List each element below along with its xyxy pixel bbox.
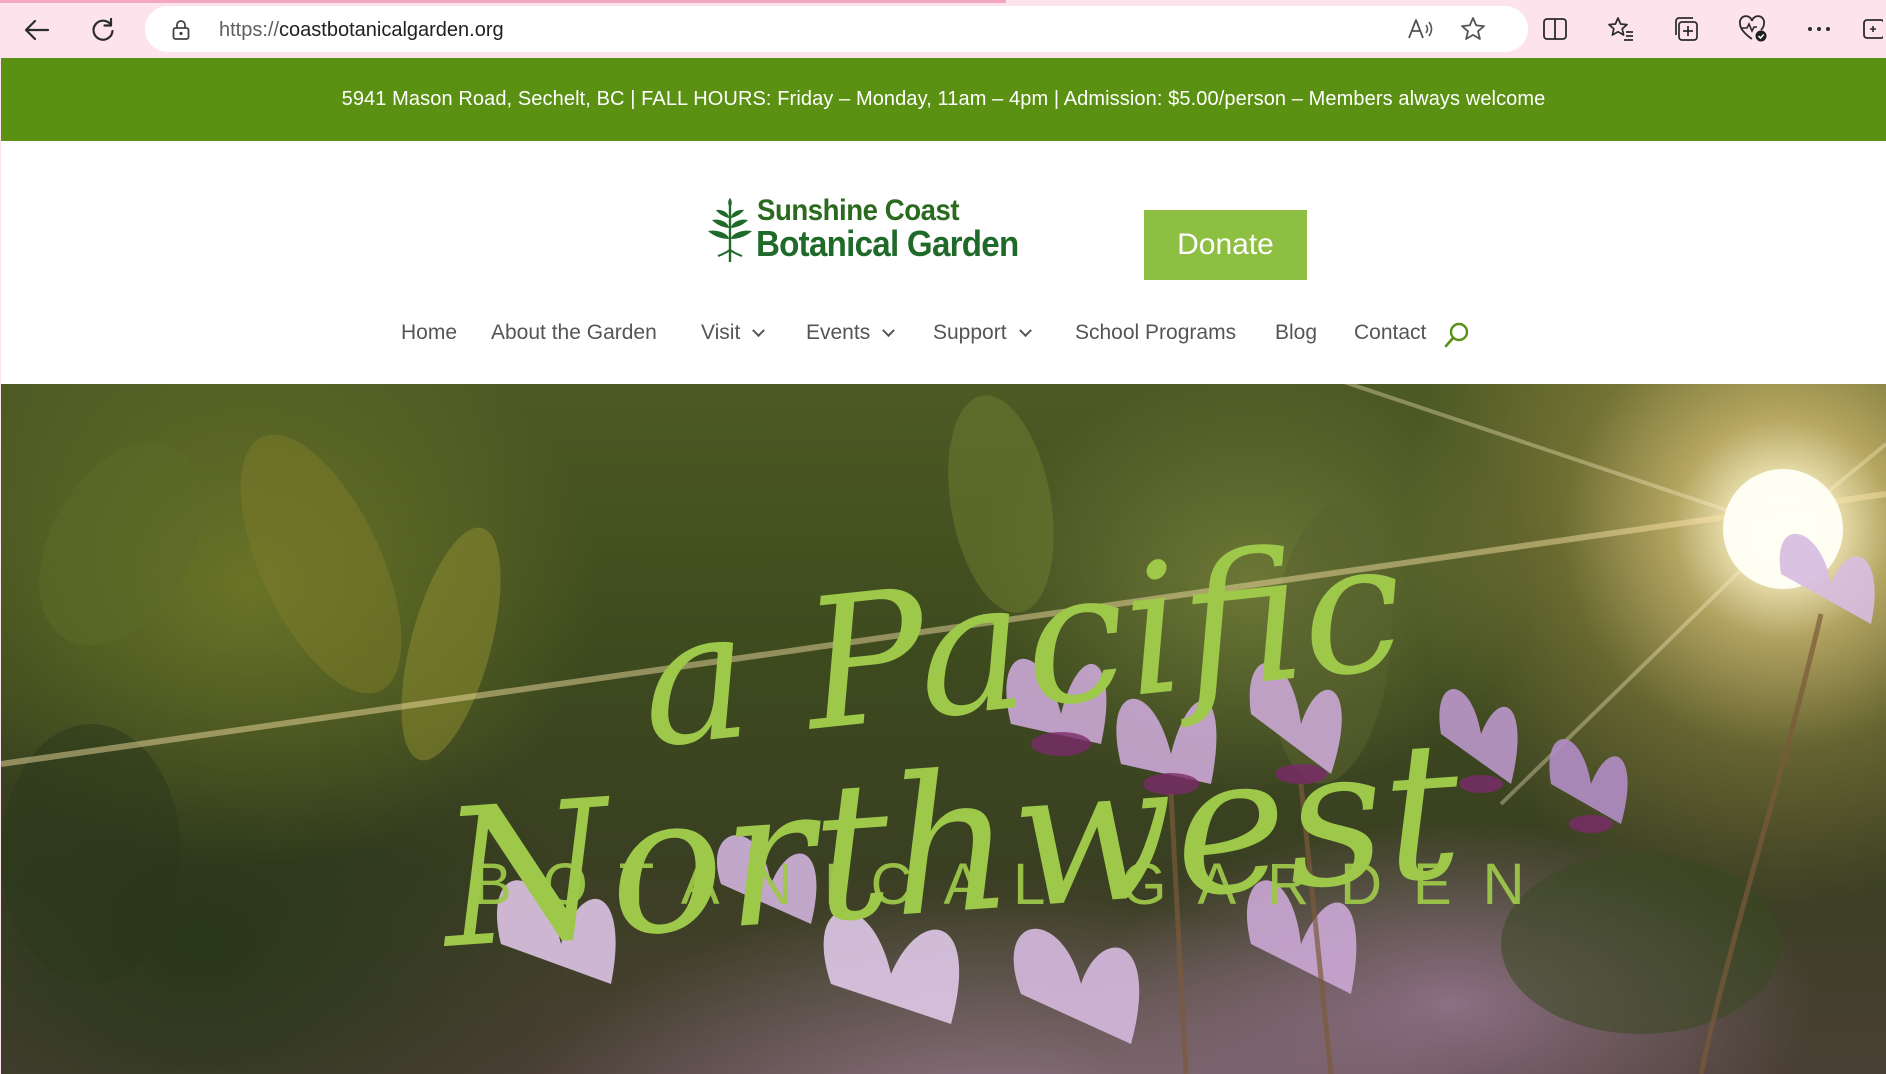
hero-banner: a Pacific Northwest BOTANICAL GARDEN (1, 384, 1886, 1074)
back-button[interactable] (17, 12, 57, 48)
nav-item-events[interactable]: Events (806, 321, 896, 345)
browser-toolbar: https://coastbotanicalgarden.org (0, 0, 1886, 58)
more-menu-button[interactable] (1799, 11, 1839, 47)
split-screen-button[interactable] (1535, 11, 1575, 47)
nav-label: Support (933, 321, 1007, 344)
logo-line-2: Botanical Garden (756, 223, 1019, 264)
nav-item-visit[interactable]: Visit (701, 321, 766, 345)
site-logo[interactable]: Sunshine Coast Botanical Garden (704, 194, 1044, 266)
read-aloud-icon[interactable] (1405, 16, 1435, 42)
collections-icon (1675, 17, 1698, 41)
hero-artwork: a Pacific Northwest BOTANICAL GARDEN (1, 384, 1886, 1074)
nav-label: Visit (701, 321, 741, 344)
nav-item-contact[interactable]: Contact (1354, 321, 1426, 345)
nav-item-home[interactable]: Home (401, 321, 457, 345)
favorite-star-icon[interactable] (1458, 16, 1488, 42)
donate-button[interactable]: Donate (1144, 210, 1307, 280)
chevron-down-icon (1018, 323, 1032, 337)
nav-item-school-programs[interactable]: School Programs (1075, 321, 1236, 345)
info-bar-text: 5941 Mason Road, Sechelt, BC | FALL HOUR… (341, 88, 1546, 110)
heart-pulse-icon (1739, 15, 1767, 42)
favorites-list-icon (1608, 17, 1633, 41)
main-navigation: Home About the Garden Visit Events Suppo… (1, 309, 1886, 359)
chevron-down-icon (882, 323, 896, 337)
page-load-progress (0, 0, 1006, 3)
address-bar[interactable]: https://coastbotanicalgarden.org (145, 6, 1528, 52)
plant-logo-icon (708, 198, 752, 262)
nav-item-blog[interactable]: Blog (1275, 321, 1317, 345)
refresh-button[interactable] (83, 12, 123, 48)
more-dots-icon (1808, 27, 1830, 31)
nav-item-support[interactable]: Support (933, 321, 1032, 345)
url-host: coastbotanicalgarden.org (279, 19, 504, 41)
info-bar: 5941 Mason Road, Sechelt, BC | FALL HOUR… (1, 58, 1886, 141)
nav-label: Blog (1275, 321, 1318, 344)
collections-button[interactable] (1667, 11, 1707, 47)
nav-label: Contact (1354, 321, 1427, 344)
url-text[interactable]: https://coastbotanicalgarden.org (219, 19, 504, 42)
nav-label: About the Garden (491, 321, 657, 344)
nav-item-about[interactable]: About the Garden (491, 321, 657, 345)
favorites-button[interactable] (1601, 11, 1641, 47)
split-screen-icon (1543, 18, 1567, 40)
url-protocol: https:// (219, 19, 280, 41)
arrow-left-icon (24, 19, 50, 41)
web-page: 5941 Mason Road, Sechelt, BC | FALL HOUR… (1, 58, 1886, 1074)
nav-label: Events (806, 321, 871, 344)
chevron-down-icon (752, 323, 766, 337)
search-icon[interactable] (1443, 321, 1471, 353)
nav-label: Home (401, 321, 458, 344)
refresh-icon (92, 17, 114, 41)
site-header: Sunshine Coast Botanical Garden Donate H… (1, 141, 1886, 384)
lock-icon[interactable] (171, 19, 191, 45)
sidebar-toggle-button[interactable] (1858, 11, 1886, 47)
sidebar-icon (1863, 19, 1883, 39)
nav-label: School Programs (1075, 321, 1237, 344)
browser-essentials-button[interactable] (1733, 11, 1773, 47)
hero-subtitle: BOTANICAL GARDEN (473, 852, 1556, 917)
